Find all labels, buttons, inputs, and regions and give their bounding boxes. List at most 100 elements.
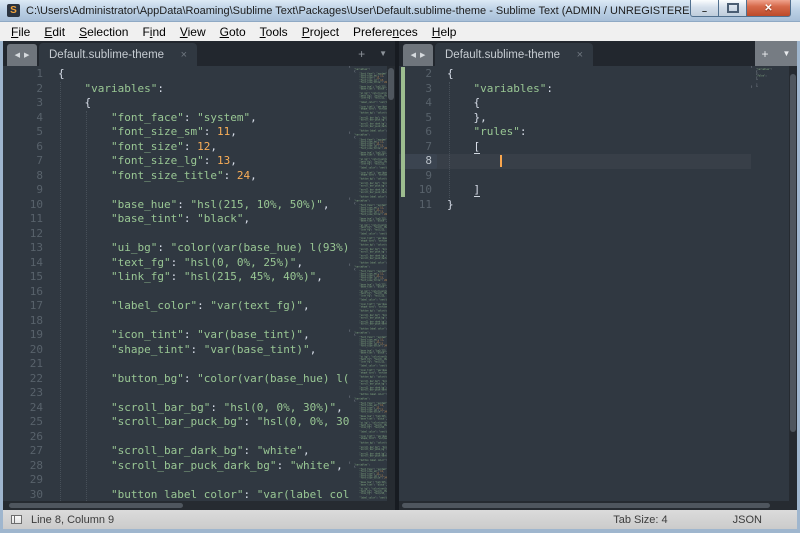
tab-scroll-arrows[interactable]: ◀ ▶ (403, 44, 433, 66)
line-number[interactable]: 25 (3, 415, 43, 430)
tab-scroll-left-icon[interactable]: ◀ (411, 51, 416, 59)
code-line[interactable] (447, 154, 751, 169)
line-number[interactable]: 29 (3, 473, 43, 488)
code-line[interactable]: "link_fg": "hsl(215, 45%, 40%)", (58, 270, 349, 285)
line-number[interactable]: 5 (399, 111, 432, 126)
code-line[interactable] (58, 183, 349, 198)
line-number[interactable]: 13 (3, 241, 43, 256)
tab-default-sublime-theme[interactable]: Default.sublime-theme × (435, 43, 593, 66)
line-number[interactable]: 24 (3, 401, 43, 416)
menu-item-tools[interactable]: Tools (253, 24, 295, 40)
line-number[interactable]: 1 (3, 67, 43, 82)
tab-overflow-icon[interactable]: ▼ (379, 49, 387, 58)
line-number[interactable]: 5 (3, 125, 43, 140)
menu-item-selection[interactable]: Selection (72, 24, 135, 40)
line-number[interactable]: 15 (3, 270, 43, 285)
syntax-indicator[interactable]: JSON (733, 514, 762, 526)
code-line[interactable]: [ (447, 140, 751, 155)
code-line[interactable]: "rules": (447, 125, 751, 140)
code-line[interactable]: "icon_tint": "var(base_tint)", (58, 328, 349, 343)
line-number[interactable]: 26 (3, 430, 43, 445)
code-line[interactable] (58, 314, 349, 329)
line-number[interactable]: 7 (399, 140, 432, 155)
maximize-button[interactable] (719, 0, 746, 17)
line-number[interactable]: 12 (3, 227, 43, 242)
line-number[interactable]: 22 (3, 372, 43, 387)
code-line[interactable]: "ui_bg": "color(var(base_hue) l(93%))", (58, 241, 349, 256)
menu-item-goto[interactable]: Goto (213, 24, 253, 40)
new-tab-icon[interactable]: + (358, 47, 365, 61)
code-line[interactable] (58, 430, 349, 445)
scrollbar-thumb[interactable] (790, 74, 796, 432)
line-number[interactable]: 2 (3, 82, 43, 97)
line-number[interactable]: 2 (399, 67, 432, 82)
code-line[interactable]: "font_size_title": 24, (58, 169, 349, 184)
scrollbar-thumb[interactable] (9, 503, 183, 508)
scrollbar-thumb[interactable] (402, 503, 770, 508)
code-area-right[interactable]: { "variables": { }, "rules": [ ]} (447, 67, 751, 501)
line-number[interactable]: 9 (399, 169, 432, 184)
line-number[interactable]: 10 (3, 198, 43, 213)
code-line[interactable]: { (447, 67, 751, 82)
code-line[interactable]: ] (447, 183, 751, 198)
code-line[interactable] (447, 169, 751, 184)
code-line[interactable] (58, 285, 349, 300)
line-number[interactable]: 19 (3, 328, 43, 343)
line-number[interactable]: 16 (3, 285, 43, 300)
code-area-left[interactable]: { "variables": { "font_face": "system", … (58, 67, 349, 501)
tab-scroll-arrows[interactable]: ◀ ▶ (7, 44, 37, 66)
code-line[interactable]: "scroll_bar_dark_bg": "white", (58, 444, 349, 459)
code-line[interactable]: "font_size": 12, (58, 140, 349, 155)
code-line[interactable]: "scroll_bar_puck_bg": "hsl(0, 0%, 30%)", (58, 415, 349, 430)
minimap-right[interactable]: { "variables": { }, "rules": [ ]} (751, 66, 789, 501)
editor-left[interactable]: 1234567891011121314151617181920212223242… (3, 66, 395, 501)
tab-scroll-right-icon[interactable]: ▶ (420, 51, 425, 59)
menu-item-help[interactable]: Help (425, 24, 464, 40)
code-line[interactable]: "text_fg": "hsl(0, 0%, 25%)", (58, 256, 349, 271)
code-line[interactable]: { (58, 96, 349, 111)
line-number[interactable]: 3 (3, 96, 43, 111)
menu-item-find[interactable]: Find (135, 24, 172, 40)
editor-right[interactable]: 234567891011 { "variables": { }, "rules"… (399, 66, 797, 501)
line-number[interactable]: 6 (3, 140, 43, 155)
line-number[interactable]: 7 (3, 154, 43, 169)
code-line[interactable]: }, (447, 111, 751, 126)
minimize-button[interactable]: – (690, 0, 719, 17)
code-line[interactable] (58, 227, 349, 242)
code-line[interactable]: "button label color": "var(label color)"… (58, 488, 349, 502)
code-line[interactable]: { (447, 96, 751, 111)
tab-close-icon[interactable]: × (181, 49, 187, 61)
vertical-scrollbar-left[interactable] (387, 66, 395, 501)
code-line[interactable]: "shape_tint": "var(base_tint)", (58, 343, 349, 358)
tab-close-icon[interactable]: × (577, 49, 583, 61)
line-number[interactable]: 11 (3, 212, 43, 227)
code-line[interactable]: "base_tint": "black", (58, 212, 349, 227)
line-number[interactable]: 30 (3, 488, 43, 502)
menu-item-preferences[interactable]: Preferences (346, 24, 425, 40)
line-number[interactable]: 28 (3, 459, 43, 474)
scrollbar-thumb[interactable] (388, 68, 394, 100)
menu-item-view[interactable]: View (173, 24, 213, 40)
line-number[interactable]: 21 (3, 357, 43, 372)
line-number[interactable]: 6 (399, 125, 432, 140)
code-line[interactable]: "base_hue": "hsl(215, 10%, 50%)", (58, 198, 349, 213)
code-line[interactable]: "font_size_sm": 11, (58, 125, 349, 140)
tab-overflow-icon[interactable]: ▼ (783, 49, 791, 58)
code-line[interactable]: "scroll_bar_bg": "hsl(0, 0%, 30%)", (58, 401, 349, 416)
menu-item-edit[interactable]: Edit (37, 24, 72, 40)
tab-scroll-left-icon[interactable]: ◀ (15, 51, 20, 59)
line-number[interactable]: 11 (399, 198, 432, 213)
tab-scroll-right-icon[interactable]: ▶ (24, 51, 29, 59)
code-line[interactable]: "variables": (58, 82, 349, 97)
code-line[interactable]: "font_size_lg": 13, (58, 154, 349, 169)
code-line[interactable] (58, 357, 349, 372)
code-line[interactable] (58, 473, 349, 488)
line-number[interactable]: 14 (3, 256, 43, 271)
menu-item-file[interactable]: File (4, 24, 37, 40)
close-button[interactable]: ✕ (746, 0, 791, 17)
tab-default-sublime-theme[interactable]: Default.sublime-theme × (39, 43, 197, 66)
code-line[interactable]: "variables": (447, 82, 751, 97)
line-number[interactable]: 27 (3, 444, 43, 459)
code-line[interactable]: { (58, 67, 349, 82)
line-number[interactable]: 17 (3, 299, 43, 314)
